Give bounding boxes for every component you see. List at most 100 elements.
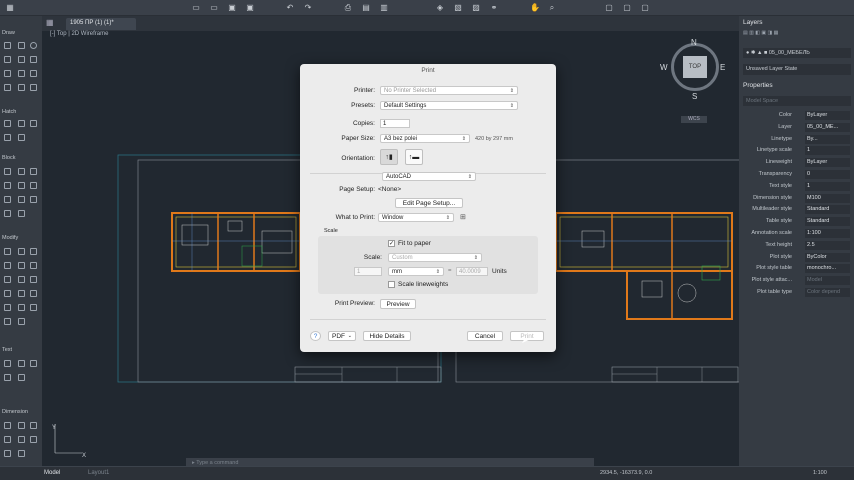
donut-tool-icon[interactable]	[30, 84, 37, 91]
viewcube-top[interactable]: TOP	[683, 56, 707, 78]
xref-icon[interactable]	[30, 182, 37, 189]
render-icon[interactable]: ▢	[623, 4, 631, 12]
property-value[interactable]: monochro...	[805, 264, 850, 274]
hide-details-button[interactable]: Hide Details	[363, 331, 411, 341]
property-value[interactable]: By...	[805, 134, 850, 144]
undo-icon[interactable]: ↶	[286, 4, 294, 12]
print-icon[interactable]: ⎙	[344, 4, 352, 12]
lengthen-tool-icon[interactable]	[18, 318, 25, 325]
cancel-button[interactable]: Cancel	[467, 331, 503, 341]
document-tab[interactable]: 1905 ПР (1) (1)*	[66, 18, 136, 30]
linear-dim-icon[interactable]	[4, 422, 11, 429]
property-row[interactable]: Annotation scale 1:100	[739, 228, 854, 239]
property-value[interactable]: ByLayer	[805, 111, 850, 120]
property-row[interactable]: Plot style table monochro...	[739, 263, 854, 274]
compass-w[interactable]: W	[660, 63, 668, 72]
define-attribute-icon[interactable]	[18, 182, 25, 189]
region-tool-icon[interactable]	[30, 70, 37, 77]
line-tool-icon[interactable]	[4, 42, 11, 49]
zoom-icon[interactable]: ⌕	[548, 4, 556, 12]
hatch-tool-icon[interactable]	[4, 120, 11, 127]
property-row[interactable]: Linetype scale 1	[739, 145, 854, 156]
property-value[interactable]: 0	[805, 170, 850, 179]
layer-state-select[interactable]: Unsaved Layer State	[743, 64, 851, 75]
property-value[interactable]: 1:100	[805, 229, 850, 238]
erase-tool-icon[interactable]	[18, 304, 25, 311]
property-value[interactable]: Model	[805, 276, 850, 286]
circle-tool-icon[interactable]	[30, 42, 37, 49]
palette-section-modify[interactable]: Modify	[2, 235, 18, 241]
pdf-menu-button[interactable]: PDF ⌄	[328, 331, 356, 341]
layer-visible-icon[interactable]: ● ✱ ▲ ■	[746, 50, 769, 56]
share-icon[interactable]: ▢	[641, 4, 649, 12]
baseline-dim-icon[interactable]	[4, 450, 11, 457]
open-icon[interactable]: ▭	[210, 4, 218, 12]
mirror-tool-icon[interactable]	[4, 262, 11, 269]
chamfer-tool-icon[interactable]	[4, 290, 11, 297]
compass-e[interactable]: E	[720, 63, 725, 72]
property-value[interactable]: 1	[805, 181, 850, 191]
current-layer-row[interactable]: ● ✱ ▲ ■ 05_00_МЕБЕЛЬ	[743, 48, 851, 58]
help-button[interactable]: ?	[310, 331, 321, 341]
save-as-icon[interactable]: ▣	[246, 4, 254, 12]
explode-tool-icon[interactable]	[4, 304, 11, 311]
extend-tool-icon[interactable]	[18, 276, 25, 283]
scale-paper-input[interactable]: 1	[354, 267, 382, 276]
annotation-scale-status[interactable]: 1:100	[813, 470, 827, 476]
property-value[interactable]: Color depend	[805, 288, 850, 297]
properties-search[interactable]: Model Space	[743, 96, 851, 106]
scale-lineweights-checkbox[interactable]: Scale lineweights	[388, 281, 448, 288]
pan-icon[interactable]: ✋	[530, 4, 540, 12]
property-value[interactable]: Standard	[805, 217, 850, 227]
property-row[interactable]: Layer 05_00_МЕ...	[739, 122, 854, 133]
copies-input[interactable]: 1	[380, 119, 410, 128]
create-block-icon[interactable]	[18, 168, 25, 175]
palette-section-text[interactable]: Text	[2, 347, 12, 353]
preview-button[interactable]: Preview	[380, 299, 416, 309]
fillet-tool-icon[interactable]	[30, 276, 37, 283]
aligned-dim-icon[interactable]	[18, 422, 25, 429]
property-value[interactable]: 2.5	[805, 240, 850, 250]
palette-section-hatch[interactable]: Hatch	[2, 109, 16, 115]
boundary-tool-icon[interactable]	[30, 120, 37, 127]
property-value[interactable]: ByLayer	[805, 158, 850, 168]
property-value[interactable]: M100	[805, 193, 850, 203]
layout-tab[interactable]: Layout1	[88, 470, 109, 476]
spline-tool-icon[interactable]	[4, 70, 11, 77]
compass-s[interactable]: S	[692, 92, 697, 101]
table-icon[interactable]	[18, 210, 25, 217]
palette-section-dimension[interactable]: Dimension	[2, 409, 28, 415]
layer-icon[interactable]: ◈	[436, 4, 444, 12]
portrait-orientation-button[interactable]: ↑▮	[380, 149, 398, 165]
presets-select[interactable]: Default Settings ⇕	[380, 101, 518, 110]
property-row[interactable]: Color ByLayer	[739, 110, 854, 121]
publish-icon[interactable]: ▥	[380, 4, 388, 12]
link-icon[interactable]: ⚭	[490, 4, 498, 12]
point-tool-icon[interactable]	[18, 70, 25, 77]
compass-n[interactable]: N	[691, 38, 697, 47]
scale-unit-select[interactable]: mm ⇕	[388, 267, 444, 276]
property-value[interactable]: 05_00_МЕ...	[805, 122, 850, 132]
mtext-tool-icon[interactable]	[4, 360, 11, 367]
property-row[interactable]: Plot table type Color depend	[739, 287, 854, 298]
wipeout-tool-icon[interactable]	[4, 134, 11, 141]
move-tool-icon[interactable]	[4, 248, 11, 255]
insert-block-icon[interactable]	[4, 168, 11, 175]
redo-icon[interactable]: ↷	[304, 4, 312, 12]
viewport-label[interactable]: [-] Top | 2D Wireframe	[50, 31, 108, 41]
palette-section-draw[interactable]: Draw	[2, 30, 15, 36]
printer-select[interactable]: No Printer Selected ⇕	[380, 86, 518, 95]
break-tool-icon[interactable]	[30, 304, 37, 311]
scale-tool-icon[interactable]	[18, 262, 25, 269]
save-icon[interactable]: ▣	[228, 4, 236, 12]
revcloud-tool-icon[interactable]	[18, 134, 25, 141]
ordinate-dim-icon[interactable]	[18, 450, 25, 457]
new-icon[interactable]: ▭	[192, 4, 200, 12]
property-row[interactable]: Dimension style M100	[739, 193, 854, 204]
property-row[interactable]: Plot style attac... Model	[739, 275, 854, 286]
attribute-icon[interactable]	[4, 182, 11, 189]
property-value[interactable]: Standard	[805, 205, 850, 215]
grid-icon[interactable]: ▦	[6, 4, 14, 12]
ole-icon[interactable]	[30, 196, 37, 203]
property-value[interactable]: 1	[805, 146, 850, 156]
